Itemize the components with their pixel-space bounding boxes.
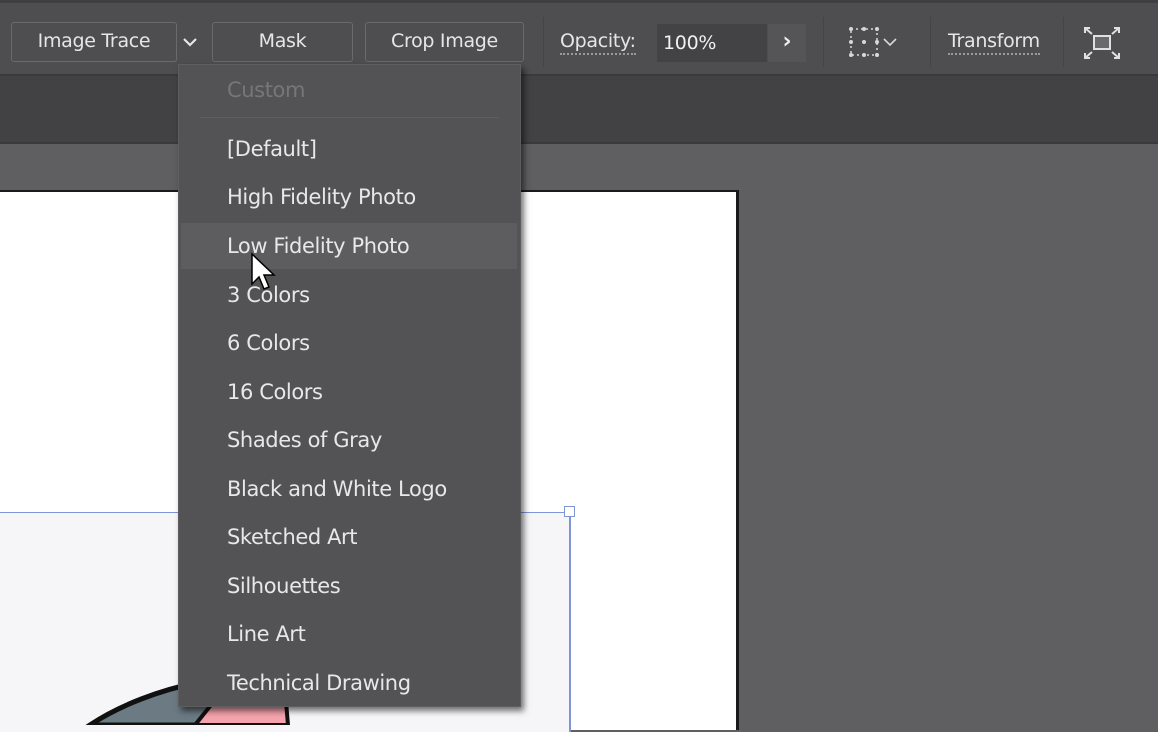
menu-item-black-and-white-logo[interactable]: Black and White Logo <box>181 466 517 512</box>
menu-item-default[interactable]: [Default] <box>181 126 517 172</box>
menu-item-custom: Custom <box>227 78 306 102</box>
selection-handle-top-right[interactable] <box>564 506 575 517</box>
image-trace-button[interactable]: Image Trace <box>11 22 177 62</box>
tracing-presets-menu: Custom [Default] High Fidelity Photo Low Fi… <box>178 64 521 707</box>
mouse-pointer-icon <box>251 252 276 290</box>
menu-item-high-fidelity-photo[interactable]: High Fidelity Photo <box>181 174 517 220</box>
opacity-label[interactable]: Opacity: <box>560 29 636 55</box>
isolate-object-icon <box>1084 27 1120 59</box>
mask-button[interactable]: Mask <box>212 22 353 62</box>
crop-image-button[interactable]: Crop Image <box>365 22 524 62</box>
divider <box>930 17 931 67</box>
opacity-input[interactable]: 100% <box>657 24 767 62</box>
transform-link[interactable]: Transform <box>948 29 1040 55</box>
menu-item-sketched-art[interactable]: Sketched Art <box>181 514 517 560</box>
align-to-selection-icon <box>849 27 897 57</box>
menu-separator <box>199 117 499 118</box>
menu-item-line-art[interactable]: Line Art <box>181 611 517 657</box>
menu-item-16-colors[interactable]: 16 Colors <box>181 369 517 415</box>
menu-item-3-colors[interactable]: 3 Colors <box>181 272 517 318</box>
menu-item-silhouettes[interactable]: Silhouettes <box>181 563 517 609</box>
divider <box>1063 17 1064 67</box>
trace-presets-dropdown-button[interactable] <box>180 33 200 51</box>
menu-item-technical-drawing[interactable]: Technical Drawing <box>181 660 517 706</box>
divider <box>823 17 824 67</box>
chevron-down-icon <box>183 38 197 47</box>
document-tab-bar <box>0 76 1158 144</box>
align-to-button[interactable] <box>846 25 908 61</box>
isolate-selected-object-button[interactable] <box>1082 25 1122 61</box>
control-bar: Image Trace Mask Crop Image Opacity: 100… <box>0 0 1158 76</box>
menu-item-low-fidelity-photo[interactable]: Low Fidelity Photo <box>181 223 517 269</box>
menu-item-shades-of-gray[interactable]: Shades of Gray <box>181 417 517 463</box>
menu-item-6-colors[interactable]: 6 Colors <box>181 320 517 366</box>
divider <box>543 17 544 67</box>
opacity-slider-button[interactable]: › <box>768 24 806 62</box>
